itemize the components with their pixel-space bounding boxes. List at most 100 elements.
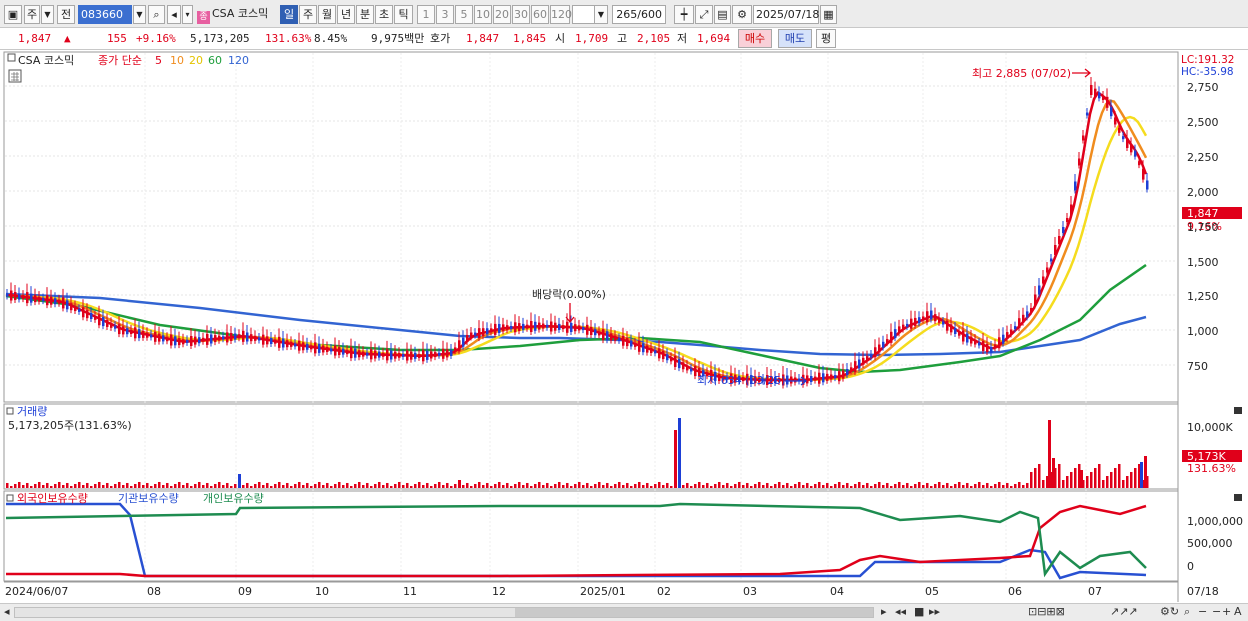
- horizontal-scrollbar[interactable]: [14, 607, 874, 618]
- calendar-icon[interactable]: ▦: [820, 5, 837, 24]
- evaluate-button[interactable]: 평: [816, 29, 836, 48]
- draw-tool-icon[interactable]: ⤢: [695, 5, 713, 24]
- speaker-dropdown-icon[interactable]: ▾: [182, 5, 193, 24]
- date-input[interactable]: 2025/07/18: [753, 5, 819, 24]
- volume-bar: [410, 486, 413, 488]
- price-axis-2500: 2,500: [1187, 116, 1219, 129]
- period-week[interactable]: 주: [299, 5, 317, 24]
- volume-bar: [390, 486, 393, 488]
- zoom-out-icon[interactable]: −: [1198, 605, 1207, 618]
- volume-bar: [462, 485, 465, 488]
- rewind-icon[interactable]: ◂◂: [895, 605, 906, 618]
- step-30[interactable]: 30: [512, 5, 530, 24]
- candle-body: [902, 324, 905, 330]
- holding-legend-inst: 기관보유수량: [118, 492, 179, 505]
- high-price: 2,105: [637, 32, 671, 45]
- sell-button[interactable]: 매도: [778, 29, 812, 48]
- search-icon[interactable]: ⌕: [148, 5, 165, 24]
- stock-code-input[interactable]: 083660: [78, 5, 132, 24]
- volume-bar: [470, 486, 473, 488]
- layout-icon[interactable]: ⊡⊟⊞⊠: [1028, 605, 1065, 618]
- candle-body: [402, 353, 405, 357]
- candle-body: [510, 326, 513, 329]
- tab-prev-button[interactable]: 전: [57, 5, 75, 24]
- volume-bar: [954, 484, 957, 488]
- chart-area[interactable]: CSA 코스믹 종가 단순 5 10 20 60 120 LC:191.32 H…: [0, 50, 1248, 603]
- candle-body: [486, 328, 489, 335]
- scroll-right-icon[interactable]: ▸: [881, 605, 887, 618]
- volume-bar: [810, 486, 813, 488]
- gear-icon[interactable]: ⚙: [732, 5, 752, 24]
- step-3[interactable]: 3: [436, 5, 454, 24]
- chart-svg[interactable]: CSA 코스믹 종가 단순 5 10 20 60 120 LC:191.32 H…: [0, 50, 1248, 603]
- period-minute[interactable]: 분: [356, 5, 374, 24]
- save-icon[interactable]: ▤: [714, 5, 731, 24]
- step-5[interactable]: 5: [455, 5, 473, 24]
- volume-bar: [406, 483, 409, 488]
- candle-body: [522, 323, 525, 330]
- candle-body: [598, 331, 601, 336]
- holding-panel-close-icon[interactable]: [1234, 494, 1242, 501]
- volume-bar: [770, 486, 773, 488]
- tools-icon[interactable]: ⚙↻: [1160, 605, 1179, 618]
- candle-icon[interactable]: ┿: [674, 5, 694, 24]
- volume-bar: [1026, 483, 1029, 488]
- volume-bar: [894, 484, 897, 488]
- zoom-reset-icon[interactable]: −: [1212, 605, 1221, 618]
- font-size-icon[interactable]: A: [1234, 605, 1242, 618]
- volume-bar: [506, 483, 509, 488]
- zoom-icon[interactable]: ⌕: [1184, 605, 1190, 619]
- volume-bar: [334, 484, 337, 488]
- play-icon[interactable]: ▸▸: [929, 605, 940, 618]
- volume-bar: [230, 486, 233, 488]
- volume-panel-close-icon[interactable]: [1234, 407, 1242, 414]
- volume-bar: [1114, 468, 1117, 488]
- menu-icon[interactable]: ▣: [4, 5, 22, 24]
- volume-bar: [934, 484, 937, 488]
- candle-body: [834, 375, 837, 379]
- scrollbar-thumb[interactable]: [515, 608, 873, 617]
- custom-step-dropdown-icon[interactable]: ▼: [594, 5, 608, 24]
- step-60[interactable]: 60: [531, 5, 549, 24]
- period-day[interactable]: 일: [280, 5, 298, 24]
- code-dropdown-icon[interactable]: ▼: [133, 5, 146, 24]
- stop-icon[interactable]: ■: [914, 605, 924, 618]
- period-year[interactable]: 년: [337, 5, 355, 24]
- candle-body: [198, 337, 201, 344]
- volume-bar: [42, 485, 45, 488]
- step-120[interactable]: 120: [550, 5, 572, 24]
- step-20[interactable]: 20: [493, 5, 511, 24]
- chevron-down-icon[interactable]: ▼: [41, 5, 54, 24]
- trend-line-icon[interactable]: ↗↗↗: [1110, 605, 1138, 618]
- candle-body: [166, 337, 169, 342]
- candle-body: [634, 342, 637, 347]
- step-1[interactable]: 1: [417, 5, 435, 24]
- data-count-input[interactable]: 265/600: [612, 5, 666, 24]
- volume-bar: [30, 486, 33, 488]
- volume-bar: [586, 483, 589, 488]
- volume-bar: [1122, 480, 1125, 488]
- volume-bar: [134, 484, 137, 488]
- candle-body: [586, 324, 589, 335]
- candle-body: [430, 351, 433, 359]
- period-second[interactable]: 초: [375, 5, 393, 24]
- legend-ma5: 5: [155, 54, 162, 67]
- volume-bar: [174, 484, 177, 488]
- candle-body: [210, 334, 213, 344]
- volume-bar: [638, 482, 641, 488]
- candle-body: [882, 341, 885, 348]
- buy-button[interactable]: 매수: [738, 29, 772, 48]
- candle-body: [946, 320, 949, 331]
- candle-body: [114, 325, 117, 329]
- zoom-in-icon[interactable]: +: [1222, 605, 1231, 618]
- step-10[interactable]: 10: [474, 5, 492, 24]
- candle-body: [286, 340, 289, 348]
- price-panel-frame: [3, 51, 1179, 403]
- candle-body: [202, 337, 205, 342]
- candle-body: [298, 340, 301, 351]
- market-select[interactable]: 주: [24, 5, 40, 24]
- speaker-icon[interactable]: ◂: [167, 5, 181, 24]
- period-tick[interactable]: 틱: [394, 5, 413, 24]
- scroll-left-icon[interactable]: ◂: [4, 605, 10, 618]
- period-month[interactable]: 월: [318, 5, 336, 24]
